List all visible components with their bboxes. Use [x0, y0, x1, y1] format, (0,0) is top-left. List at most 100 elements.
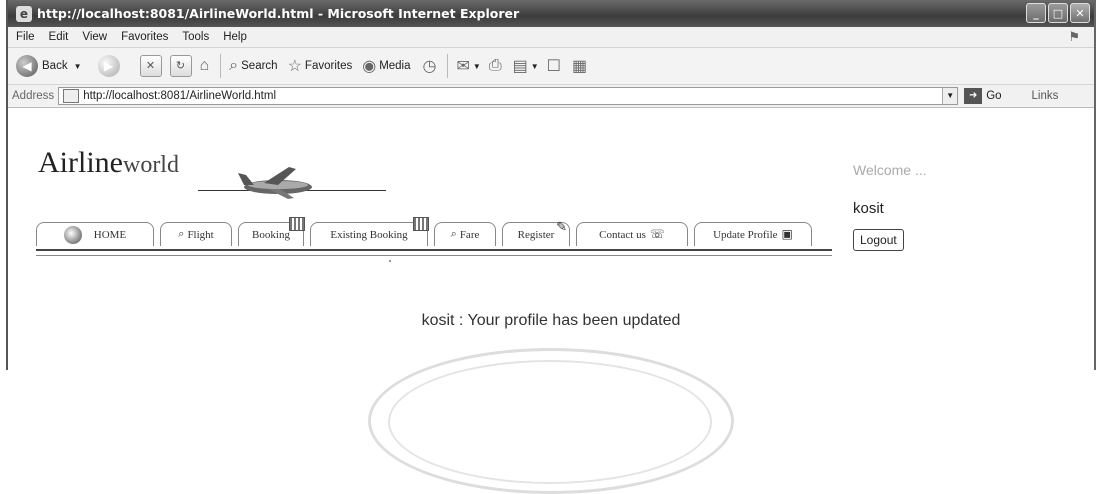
menu-help[interactable]: Help	[223, 31, 247, 43]
nav-tab-label: Fare	[459, 228, 480, 241]
airplane-icon	[238, 167, 312, 199]
menu-tools[interactable]: Tools	[182, 31, 209, 43]
status-message: kosit : Your profile has been updated	[421, 312, 681, 329]
media-button[interactable]: ◉ Media	[362, 56, 410, 76]
nav-tab-booking[interactable]: Booking	[238, 217, 305, 246]
forward-arrow-icon: ▶	[97, 55, 120, 77]
nav-tab-home[interactable]: HOME	[36, 222, 154, 246]
phone-icon: ☏	[649, 227, 665, 241]
menu-bar: File Edit View Favorites Tools Help ⚑	[8, 27, 1094, 48]
globe-icon	[63, 225, 82, 244]
logout-button[interactable]: Logout	[853, 229, 904, 251]
nav-tab-label: Booking	[252, 228, 290, 241]
print-button[interactable]: ⎙	[489, 57, 505, 75]
favorites-label: Favorites	[304, 60, 353, 72]
nav-tab-label: Flight	[187, 228, 214, 241]
discuss-button[interactable]: ☐	[547, 56, 564, 76]
address-dropdown-icon[interactable]: ▼	[942, 88, 958, 104]
research-icon: ▦	[572, 58, 588, 75]
windows-flag-icon: ⚑	[1068, 29, 1080, 44]
page-icon	[63, 89, 80, 103]
nav-tab-register[interactable]: Register ✎	[502, 219, 570, 246]
welcome-text: Welcome ...	[853, 162, 927, 178]
back-dropdown-icon[interactable]: ▼	[74, 62, 82, 71]
star-icon: ☆	[287, 58, 302, 75]
back-button[interactable]: ◀ Back ▼	[16, 55, 82, 77]
nav-bar: HOME ⌕ Flight Booking Existing Booking ⌕…	[36, 217, 818, 246]
nav-tab-label: HOME	[93, 228, 127, 241]
logo-part-1: Airline	[38, 146, 123, 179]
nav-tab-label: Contact us	[599, 228, 646, 241]
address-input[interactable]: http://localhost:8081/AirlineWorld.html …	[58, 87, 959, 105]
nav-tab-fare[interactable]: ⌕ Fare	[434, 222, 496, 246]
history-button[interactable]: ◷	[423, 56, 440, 76]
profile-icon: ▣	[781, 227, 793, 241]
mail-dropdown-icon: ▼	[472, 61, 481, 71]
decorative-dot	[389, 260, 391, 262]
pencil-icon: ✎	[556, 219, 567, 234]
go-button[interactable]: ➜ Go	[964, 88, 1002, 104]
stop-button[interactable]: ✕	[139, 55, 162, 77]
decorative-watermark-arc	[388, 360, 712, 484]
back-label: Back	[42, 60, 68, 72]
search-button[interactable]: ⌕ Search	[229, 57, 277, 75]
home-icon: ⌂	[199, 57, 210, 74]
logo-part-2: world	[122, 152, 179, 178]
nav-tab-existing-booking[interactable]: Existing Booking	[310, 217, 429, 246]
nav-underline	[36, 249, 832, 256]
toolbar-separator	[220, 54, 222, 78]
title-bar: e http://localhost:8081/AirlineWorld.htm…	[8, 0, 1094, 27]
edit-icon: ▤	[512, 58, 528, 75]
menu-edit[interactable]: Edit	[49, 31, 69, 43]
forward-button[interactable]: ▶	[97, 55, 120, 77]
go-arrow-icon: ➜	[964, 88, 983, 104]
history-icon: ◷	[422, 58, 437, 75]
go-label: Go	[986, 90, 1002, 102]
close-button[interactable]: ✕	[1070, 3, 1090, 23]
menu-favorites[interactable]: Favorites	[121, 31, 168, 43]
media-icon: ◉	[362, 58, 377, 75]
links-button[interactable]: Links	[1032, 90, 1059, 102]
window-title: http://localhost:8081/AirlineWorld.html …	[37, 6, 520, 21]
favorites-button[interactable]: ☆ Favorites	[288, 56, 353, 76]
nav-tab-label: Register	[517, 228, 555, 241]
toolbar: ◀ Back ▼ ▶ ✕ ↻ ⌂ ⌕ Search ☆ Favorites ◉ …	[8, 48, 1094, 85]
search-label: Search	[241, 60, 278, 72]
home-button[interactable]: ⌂	[200, 57, 213, 75]
site-logo: Airlineworld	[38, 146, 179, 180]
research-button[interactable]: ▦	[572, 56, 590, 76]
address-bar: Address http://localhost:8081/AirlineWor…	[8, 85, 1094, 108]
maximize-button[interactable]: □	[1048, 3, 1068, 23]
discuss-icon: ☐	[546, 58, 562, 75]
refresh-icon: ↻	[169, 55, 192, 77]
edit-button[interactable]: ▤ ▼	[513, 56, 539, 76]
mail-icon: ✉	[456, 58, 470, 75]
address-url: http://localhost:8081/AirlineWorld.html	[83, 90, 277, 102]
magnifier-icon: ⌕	[178, 228, 185, 240]
username-label: kosit	[853, 200, 884, 217]
menu-view[interactable]: View	[82, 31, 107, 43]
nav-tab-label: Update Profile	[713, 228, 778, 241]
ie-icon: e	[16, 5, 32, 22]
page-content: Airlineworld HOME ⌕ Flight Booking Exist…	[8, 108, 1094, 494]
mail-button[interactable]: ✉ ▼	[456, 56, 480, 76]
print-icon: ⎙	[488, 57, 502, 74]
media-label: Media	[379, 60, 411, 72]
toolbar-separator	[447, 54, 449, 78]
nav-tab-label: Existing Booking	[330, 228, 408, 241]
nav-tab-flight[interactable]: ⌕ Flight	[160, 222, 232, 246]
nav-tab-update-profile[interactable]: Update Profile ▣	[694, 222, 812, 246]
calendar-icon	[289, 217, 305, 231]
magnifier-icon: ⌕	[450, 228, 457, 240]
back-arrow-icon: ◀	[16, 55, 38, 77]
window-controls: _ □ ✕	[1026, 3, 1090, 23]
edit-dropdown-icon: ▼	[530, 61, 539, 71]
stop-icon: ✕	[139, 55, 162, 77]
minimize-button[interactable]: _	[1026, 3, 1046, 23]
menu-file[interactable]: File	[16, 31, 35, 43]
search-icon: ⌕	[229, 57, 239, 74]
address-label: Address	[12, 90, 55, 102]
calendar-icon	[413, 217, 429, 231]
nav-tab-contact-us[interactable]: Contact us ☏	[576, 222, 688, 246]
refresh-button[interactable]: ↻	[169, 55, 192, 77]
